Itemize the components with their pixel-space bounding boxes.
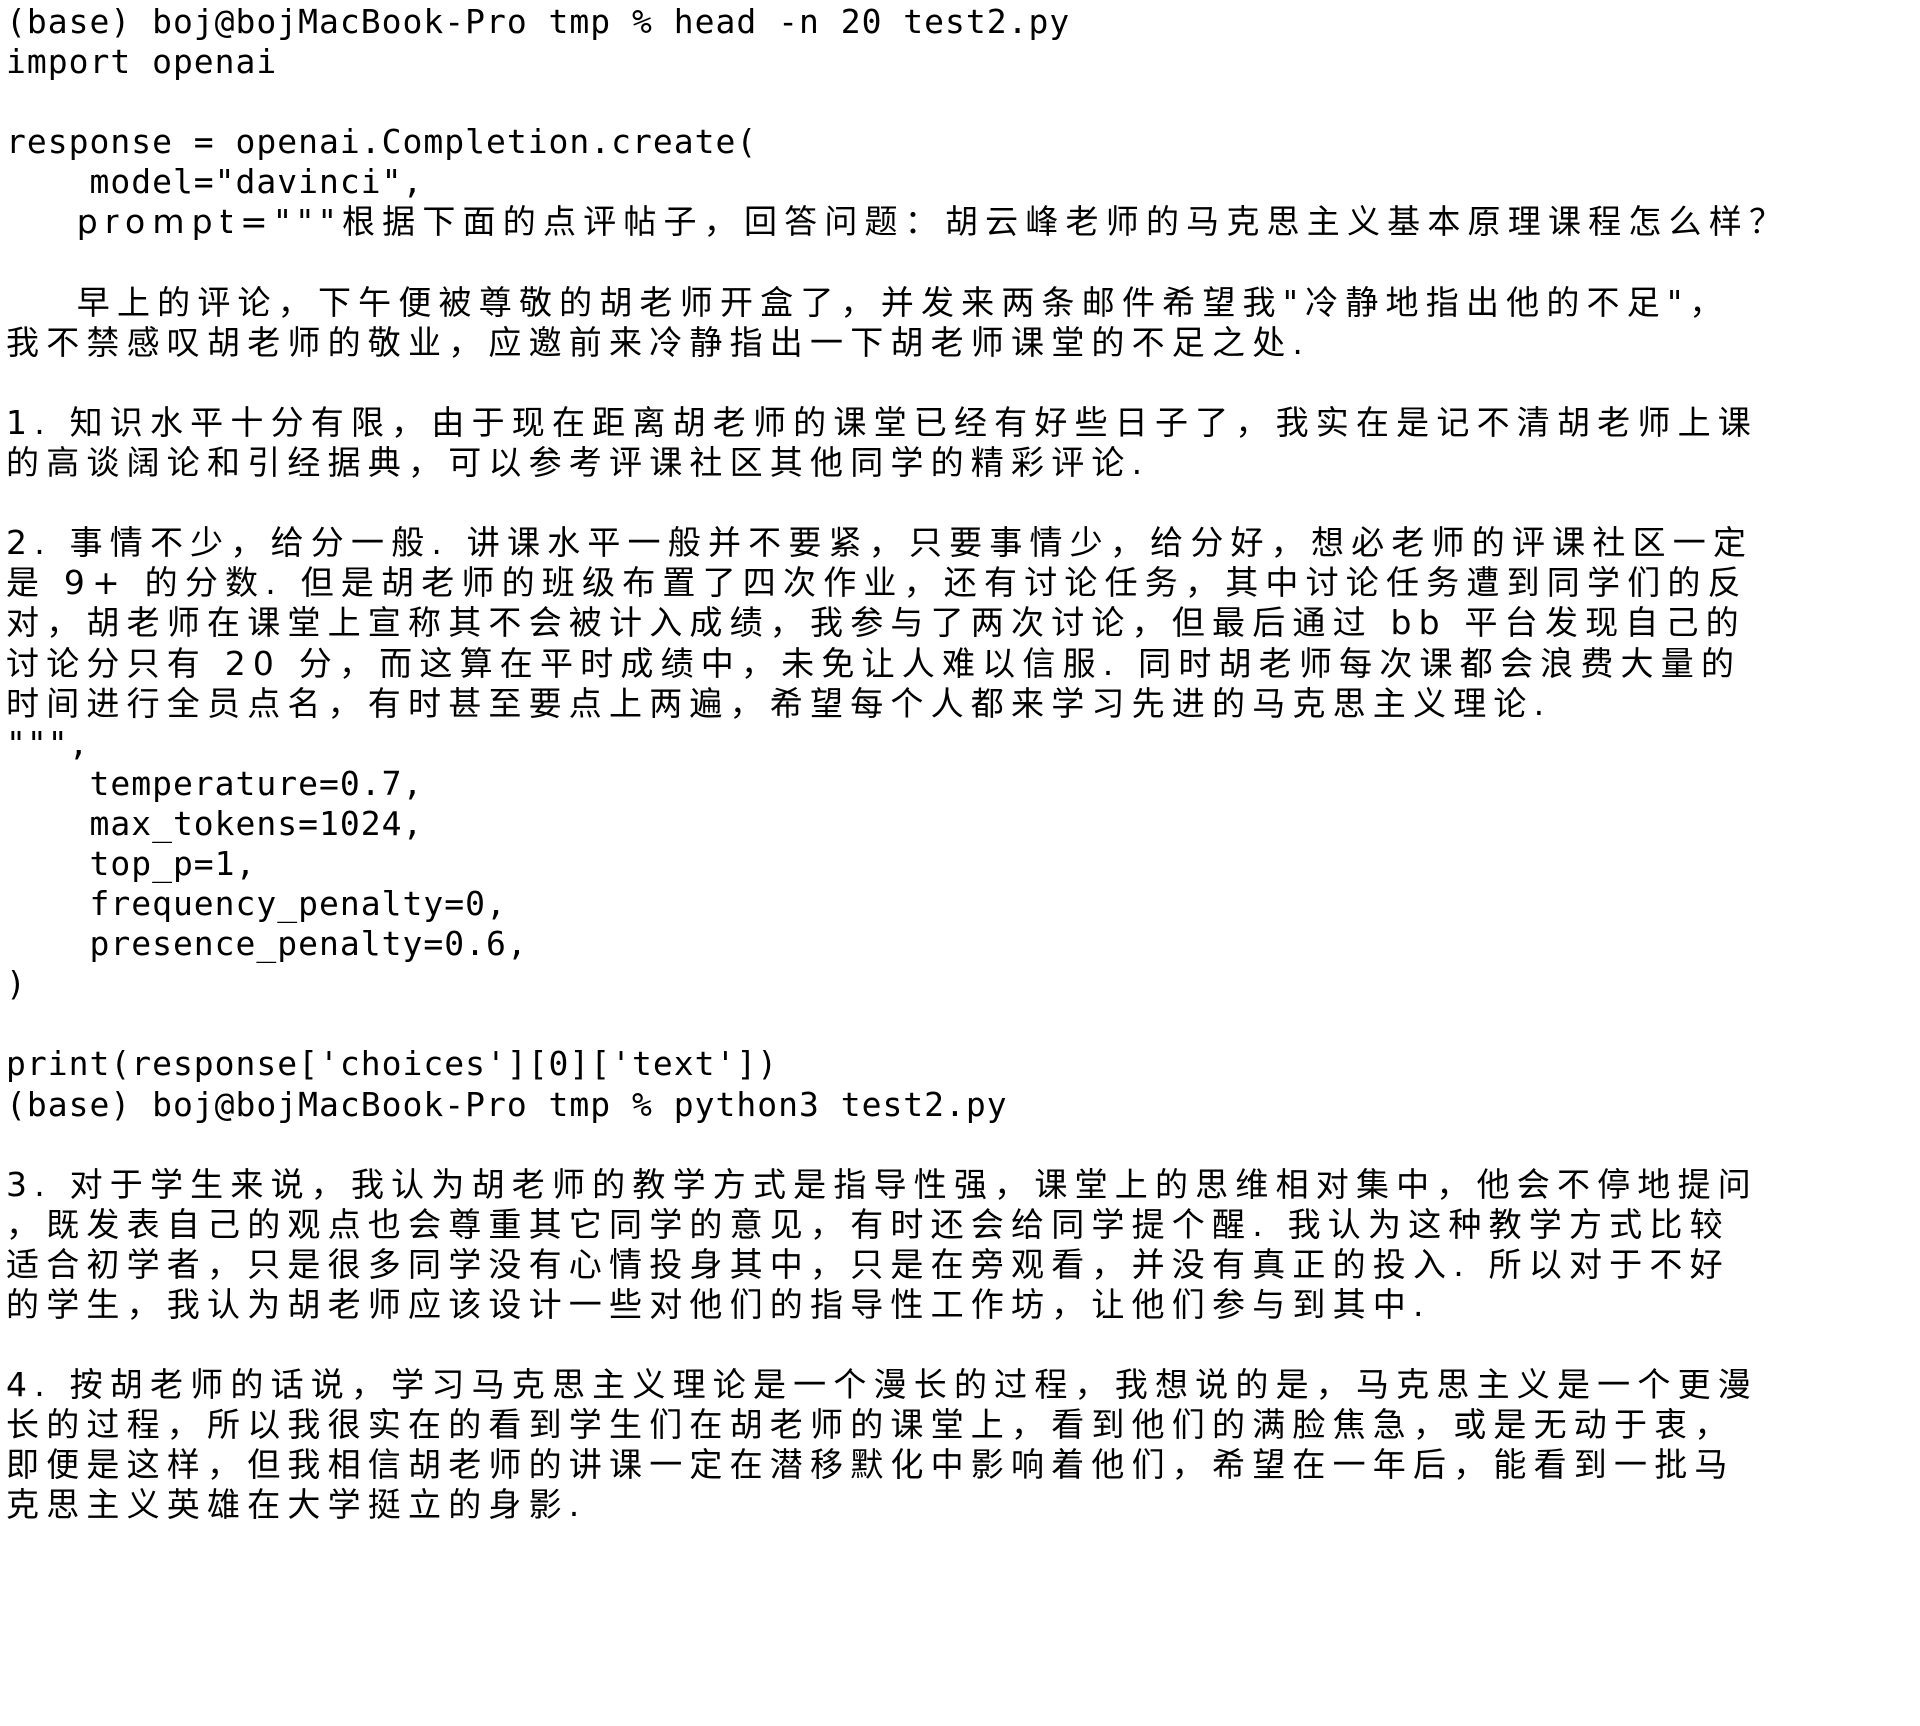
terminal-output-line: print(response['choices'][0]['text']) (6, 1044, 779, 1084)
terminal-output-line: 的学生，我认为胡老师应该设计一些对他们的指导性工作坊，让他们参与到其中. (6, 1285, 1431, 1324)
shell-prompt: (base) boj@bojMacBook-Pro tmp % (6, 1084, 674, 1124)
terminal-output-line: 讨论分只有 20 分，而这算在平时成绩中，未免让人难以信服. 同时胡老师每次课都… (6, 643, 1742, 683)
terminal-output-line: 适合初学者，只是很多同学没有心情投身其中，只是在旁观看，并没有真正的投入. 所以… (6, 1244, 1730, 1284)
terminal-command-line: (base) boj@bojMacBook-Pro tmp % python3 … (6, 1083, 1920, 1127)
terminal-command-line: (base) boj@bojMacBook-Pro tmp % head -n … (6, 0, 1920, 44)
terminal-output-line: """, (6, 723, 90, 763)
terminal-output-line: 是 9+ 的分数. 但是胡老师的班级布置了四次作业，还有讨论任务，其中讨论任务遭… (6, 563, 1748, 603)
terminal-output-line: prompt="""根据下面的点评帖子，回答问题：胡云峰老师的马克思主义基本原理… (6, 202, 1790, 242)
terminal-output-line: frequency_penalty=0, (6, 884, 507, 924)
terminal-output-line: 4. 按胡老师的话说，学习马克思主义理论是一个漫长的过程，我想说的是，马克思主义… (6, 1365, 1758, 1405)
terminal-window[interactable]: (base) boj@bojMacBook-Pro tmp % head -n … (0, 0, 1920, 1726)
terminal-output-line: 时间进行全员点名，有时甚至要点上两遍，希望每个人都来学习先进的马克思主义理论. (6, 683, 1552, 723)
terminal-output-line: 对，胡老师在课堂上宣称其不会被计入成绩，我参与了两次讨论，但最后通过 bb 平台… (6, 603, 1746, 643)
terminal-output-line: 早上的评论，下午便被尊敬的胡老师开盒了，并发来两条邮件希望我"冷静地指出他的不足… (6, 282, 1730, 322)
terminal-output-line: ，既发表自己的观点也会尊重其它同学的意见，有时还会给同学提个醒. 我认为这种教学… (6, 1204, 1730, 1244)
terminal-output-line: temperature=0.7, (6, 763, 424, 803)
terminal-output-line: 我不禁感叹胡老师的敬业，应邀前来冷静指出一下胡老师课堂的不足之处. (6, 322, 1311, 362)
terminal-output-line: 克思主义英雄在大学挺立的身影. (6, 1485, 587, 1525)
terminal-output-line: 长的过程，所以我很实在的看到学生们在胡老师的课堂上，看到他们的满脸焦急，或是无动… (6, 1405, 1735, 1445)
terminal-output-line: 的高谈阔论和引经据典，可以参考评课社区其他同学的精彩评论. (6, 443, 1150, 483)
terminal-output-line: max_tokens=1024, (6, 803, 424, 843)
terminal-output-line: model="davinci", (6, 162, 424, 202)
shell-command: head -n 20 test2.py (673, 2, 1071, 41)
terminal-output-line: ) (6, 964, 27, 1004)
terminal-output-line: top_p=1, (6, 843, 257, 883)
shell-command: python3 test2.py (673, 1084, 1008, 1124)
terminal-output-line: 3. 对于学生来说，我认为胡老师的教学方式是指导性强，课堂上的思维相对集中，他会… (6, 1164, 1758, 1204)
terminal-output-line: import openai (6, 42, 278, 82)
terminal-output: (base) boj@bojMacBook-Pro tmp % head -n … (6, 0, 1920, 1528)
shell-prompt: (base) boj@bojMacBook-Pro tmp % (6, 2, 674, 41)
terminal-output-line: response = openai.Completion.create( (6, 122, 758, 162)
terminal-output-line: presence_penalty=0.6, (6, 924, 528, 964)
terminal-output-line: 即便是这样，但我相信胡老师的讲课一定在潜移默化中影响着他们，希望在一年后，能看到… (6, 1445, 1735, 1485)
terminal-output-line: 1. 知识水平十分有限，由于现在距离胡老师的课堂已经有好些日子了，我实在是记不清… (6, 402, 1758, 442)
terminal-output-line: 2. 事情不少，给分一般. 讲课水平一般并不要紧，只要事情少，给分好，想必老师的… (6, 523, 1754, 563)
